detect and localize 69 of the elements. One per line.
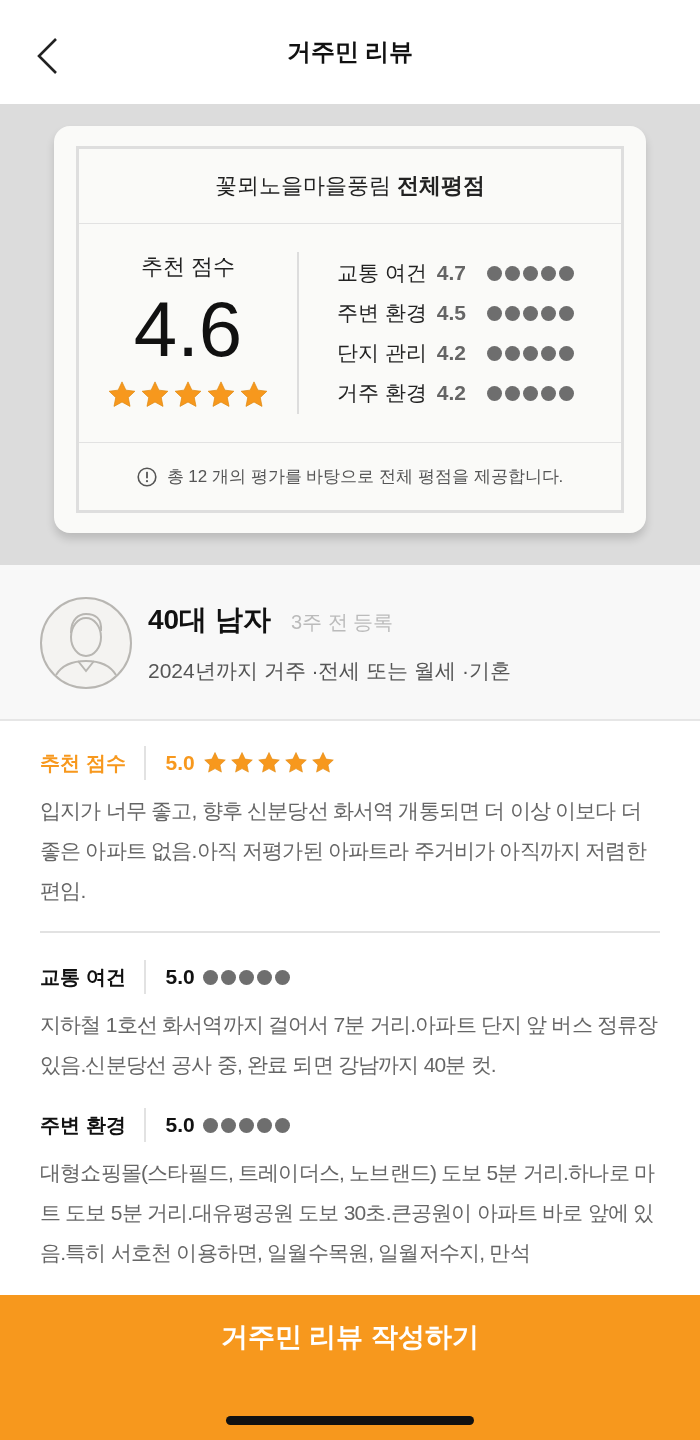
- review-text: 지하철 1호선 화서역까지 걸어서 7분 거리.아파트 단지 앞 버스 정류장 있음.신분당선 공사 중, 완료 되면 강남까지 40분 컷.: [40, 1012, 659, 1078]
- reviewer-details: 2024년까지 거주 ·전세 또는 월세 ·기혼: [148, 658, 511, 684]
- rating-dot-icon: [238, 1117, 254, 1133]
- category-score: 4.7: [436, 261, 468, 285]
- overall-score: 4.6: [133, 290, 243, 368]
- rating-dot-icon: [274, 969, 290, 985]
- rating-dot-icon: [256, 969, 272, 985]
- star-icon: [206, 380, 236, 410]
- star-icon: [202, 751, 227, 775]
- star-icon: [283, 751, 308, 775]
- review-score: 5.0: [165, 751, 195, 775]
- rating-dot-icon: [522, 305, 538, 321]
- review-category: 주변 환경: [40, 1108, 146, 1142]
- category-label: 주변 환경: [337, 300, 427, 326]
- star-icon: [140, 380, 170, 410]
- rating-dot-icon: [238, 969, 254, 985]
- category-label: 단지 관리: [337, 340, 427, 366]
- star-icon: [256, 751, 281, 775]
- card-title: 꽃뫼노을마을풍림 전체평점: [79, 149, 621, 224]
- rating-dot-icon: [486, 265, 502, 281]
- category-label: 교통 여건: [337, 260, 427, 286]
- review-score: 5.0: [165, 1113, 195, 1137]
- avatar-icon: [40, 597, 132, 689]
- category-score: 4.2: [436, 381, 468, 405]
- review-text: 대형쇼핑몰(스타필드, 트레이더스, 노브랜드) 도보 5분 거리.하나로 마트 도보 5분 거리.대유평공원 도보 30초.큰공원이 아파트 바로 앞에 있음.특히 서호천 이용하면, 일월수목원, 일월저수지, 만석: [40, 1160, 656, 1266]
- rating-dot-icon: [540, 345, 556, 361]
- info-icon: [136, 466, 157, 487]
- star-icon: [173, 380, 203, 410]
- category-score: 4.2: [436, 341, 468, 365]
- rating-dot-icon: [522, 265, 538, 281]
- rating-dot-icon: [522, 345, 538, 361]
- reviewer-name: 40대 남자: [148, 603, 271, 637]
- review-score: 5.0: [165, 965, 195, 989]
- rating-dot-icon: [202, 1117, 218, 1133]
- rating-dot-icon: [558, 265, 574, 281]
- star-icon: [229, 751, 254, 775]
- rating-dot-icon: [504, 385, 520, 401]
- posted-time: 3주 전 등록: [290, 610, 394, 635]
- score-label: 추천 점수: [140, 253, 236, 281]
- rating-dot-icon: [540, 305, 556, 321]
- rating-dot-icon: [220, 1117, 236, 1133]
- rating-dot-icon: [274, 1117, 290, 1133]
- rating-dot-icon: [486, 345, 502, 361]
- category-label: 거주 환경: [337, 380, 427, 406]
- star-icon: [107, 380, 137, 410]
- review-category: 추천 점수: [40, 746, 146, 780]
- rating-dot-icon: [558, 345, 574, 361]
- page-title: 거주민 리뷰: [286, 37, 414, 67]
- rating-dot-icon: [540, 265, 556, 281]
- rating-dot-icon: [504, 345, 520, 361]
- category-score: 4.5: [436, 301, 468, 325]
- rating-dot-icon: [486, 385, 502, 401]
- rating-dot-icon: [202, 969, 218, 985]
- star-icon: [239, 380, 269, 410]
- rating-dot-icon: [540, 385, 556, 401]
- write-review-button[interactable]: 거주민 리뷰 작성하기: [0, 1295, 700, 1440]
- review-category: 교통 여건: [40, 960, 146, 994]
- rating-dot-icon: [558, 305, 574, 321]
- rating-dot-icon: [486, 305, 502, 321]
- review-text: 입지가 너무 좋고, 향후 신분당선 화서역 개통되면 더 이상 이보다 더 좋은 아파트 없음.아직 저평가된 아파트라 주거비가 아직까지 저렴한 편임.: [40, 798, 648, 904]
- rating-note: 총 12 개의 평가를 바탕으로 전체 평점을 제공합니다.: [166, 466, 564, 488]
- rating-dot-icon: [558, 385, 574, 401]
- rating-dot-icon: [504, 265, 520, 281]
- back-icon: [36, 37, 58, 75]
- rating-dot-icon: [504, 305, 520, 321]
- rating-dot-icon: [522, 385, 538, 401]
- rating-dot-icon: [256, 1117, 272, 1133]
- star-icon: [310, 751, 335, 775]
- rating-dot-icon: [220, 969, 236, 985]
